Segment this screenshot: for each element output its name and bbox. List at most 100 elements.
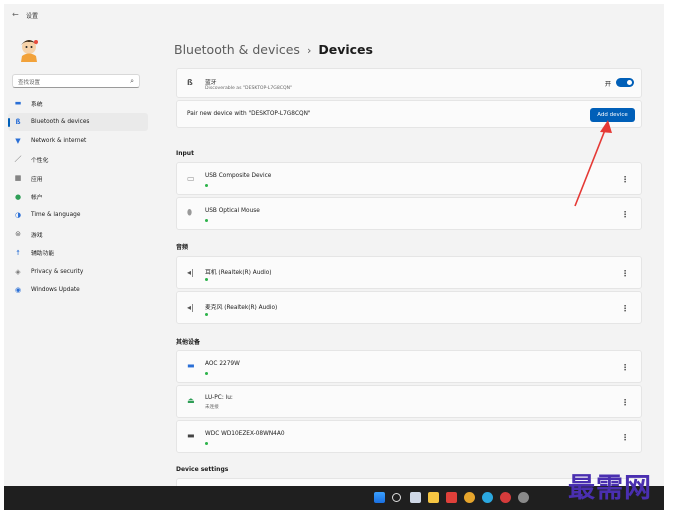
globe-icon: ◑ (14, 211, 22, 220)
pair-device-card: Pair new device with "DESKTOP-L7G8CQN" A… (176, 100, 642, 128)
media-server-icon: ⏏ (187, 396, 195, 405)
sidebar-item-label: 应用 (31, 176, 43, 183)
person-icon: ● (14, 192, 22, 201)
more-options-icon[interactable]: ⋮ (621, 269, 629, 278)
sidebar-item-privacy[interactable]: ◈ Privacy & security (8, 262, 148, 281)
sidebar-item-accessibility[interactable]: ☨ 辅助功能 (8, 244, 148, 263)
app-red-icon[interactable] (500, 492, 511, 503)
sidebar-item-time-language[interactable]: ◑ Time & language (8, 206, 148, 225)
windows-start-icon[interactable] (374, 492, 385, 503)
sidebar-item-label: Windows Update (31, 287, 80, 294)
settings-gear-icon[interactable] (518, 492, 529, 503)
sidebar-item-label: 帐户 (31, 195, 43, 202)
mouse-icon: ⬮ (187, 208, 193, 217)
bluetooth-icon: ß (187, 78, 193, 87)
sidebar-item-apps[interactable]: ▦ 应用 (8, 169, 148, 188)
more-options-icon[interactable]: ⋮ (621, 175, 629, 184)
sidebar-item-label: 个性化 (31, 157, 49, 164)
app-red-icon[interactable] (446, 492, 457, 503)
status-dot (205, 442, 208, 445)
device-status-text: 未连接 (205, 405, 219, 410)
status-dot (205, 313, 208, 316)
back-arrow-icon[interactable]: ← (12, 10, 19, 19)
speaker-icon: ◂| (187, 268, 194, 277)
breadcrumb-parent[interactable]: Bluetooth & devices (174, 42, 300, 57)
more-options-icon[interactable]: ⋮ (621, 304, 629, 313)
user-avatar[interactable] (16, 36, 42, 62)
task-view-icon[interactable] (410, 492, 421, 503)
sidebar-item-personalization[interactable]: ／ 个性化 (8, 150, 148, 169)
watermark: 最需网 (568, 473, 652, 504)
section-header-audio: 音频 (176, 244, 189, 251)
search-placeholder: 查找设置 (18, 80, 41, 86)
page-title: Devices (318, 42, 373, 57)
sidebar-item-gaming[interactable]: ⊜ 游戏 (8, 225, 148, 244)
bluetooth-toggle-label: 开 (604, 81, 611, 88)
device-name: WDC WD10EZEX-08WN4A0 (205, 431, 285, 437)
section-header-other: 其他设备 (176, 339, 201, 346)
update-icon: ◉ (14, 286, 22, 295)
apps-icon: ▦ (14, 174, 22, 183)
file-explorer-icon[interactable] (428, 492, 439, 503)
section-header-input: Input (176, 150, 194, 157)
pair-device-text: Pair new device with "DESKTOP-L7G8CQN" (187, 111, 311, 117)
device-name: 麦克风 (Realtek(R) Audio) (205, 305, 278, 311)
title-bar: ← 设置 (4, 4, 664, 26)
more-options-icon[interactable]: ⋮ (621, 398, 629, 407)
sidebar-item-label: 辅助功能 (31, 251, 55, 258)
sidebar-item-label: Network & internet (31, 137, 87, 144)
search-icon: ⌕ (130, 77, 134, 85)
sidebar-item-label: 系统 (31, 101, 43, 108)
sidebar-item-accounts[interactable]: ● 帐户 (8, 187, 148, 206)
search-input[interactable]: 查找设置 ⌕ (12, 74, 140, 88)
taskbar (4, 486, 664, 510)
app-title: 设置 (26, 13, 39, 20)
device-name: 耳机 (Realtek(R) Audio) (205, 270, 272, 276)
sidebar-item-label: Privacy & security (31, 268, 84, 275)
bluetooth-toggle[interactable] (616, 78, 634, 87)
sidebar-item-system[interactable]: ▬ 系统 (8, 94, 148, 113)
speaker-icon: ◂| (187, 303, 194, 312)
accessibility-icon: ☨ (16, 248, 20, 257)
section-header-device-settings: Device settings (176, 466, 229, 473)
breadcrumb: Bluetooth & devices › Devices (174, 42, 373, 57)
wifi-icon: ▼ (15, 136, 21, 145)
display-icon: ▬ (187, 361, 195, 370)
more-options-icon[interactable]: ⋮ (621, 433, 629, 442)
device-row[interactable]: ◂| 耳机 (Realtek(R) Audio) ⋮ (176, 256, 642, 289)
gamepad-icon: ⊜ (15, 230, 21, 239)
sidebar-item-windows-update[interactable]: ◉ Windows Update (8, 281, 148, 300)
settings-window: ← 设置 查找设置 ⌕ ▬ 系统 ß Bluetooth & devices ▼… (4, 4, 664, 486)
sidebar-item-label: Time & language (31, 212, 81, 219)
pen-icon: ／ (14, 155, 22, 164)
shield-icon: ◈ (15, 267, 21, 276)
breadcrumb-separator: › (306, 44, 312, 57)
bluetooth-card: ß 蓝牙 Discoverable as "DESKTOP-L7G8CQN" 开 (176, 68, 642, 98)
bluetooth-label: 蓝牙 (205, 80, 217, 86)
status-dot (205, 278, 208, 281)
more-options-icon[interactable]: ⋮ (621, 363, 629, 372)
sidebar-item-bluetooth-devices[interactable]: ß Bluetooth & devices (8, 112, 148, 132)
bluetooth-icon: ß (15, 118, 21, 127)
sidebar-item-network[interactable]: ▼ Network & internet (8, 131, 148, 150)
monitor-icon: ▬ (14, 99, 22, 108)
device-row[interactable]: ▬ WDC WD10EZEX-08WN4A0 ⋮ (176, 420, 642, 453)
sidebar-item-label: Bluetooth & devices (31, 119, 90, 126)
discoverable-text: Discoverable as "DESKTOP-L7G8CQN" (205, 86, 293, 91)
device-name: USB Optical Mouse (205, 208, 260, 214)
device-name: USB Composite Device (205, 173, 272, 179)
more-options-icon[interactable]: ⋮ (621, 210, 629, 219)
device-name: LU-PC: lu: (205, 395, 233, 401)
search-icon[interactable] (392, 493, 401, 502)
status-dot (205, 184, 208, 187)
device-row[interactable]: ◂| 麦克风 (Realtek(R) Audio) ⋮ (176, 291, 642, 324)
chrome-icon[interactable] (464, 492, 475, 503)
device-row[interactable]: ▭ USB Composite Device ⋮ (176, 162, 642, 195)
device-row[interactable]: ⬮ USB Optical Mouse ⋮ (176, 197, 642, 230)
drive-icon: ▬ (187, 431, 195, 440)
sidebar-item-label: 游戏 (31, 232, 43, 239)
device-row[interactable]: ⏏ LU-PC: lu: 未连接 ⋮ (176, 385, 642, 418)
device-row[interactable]: ▬ AOC 2279W ⋮ (176, 350, 642, 383)
add-device-button[interactable]: Add device (590, 108, 635, 122)
edge-icon[interactable] (482, 492, 493, 503)
